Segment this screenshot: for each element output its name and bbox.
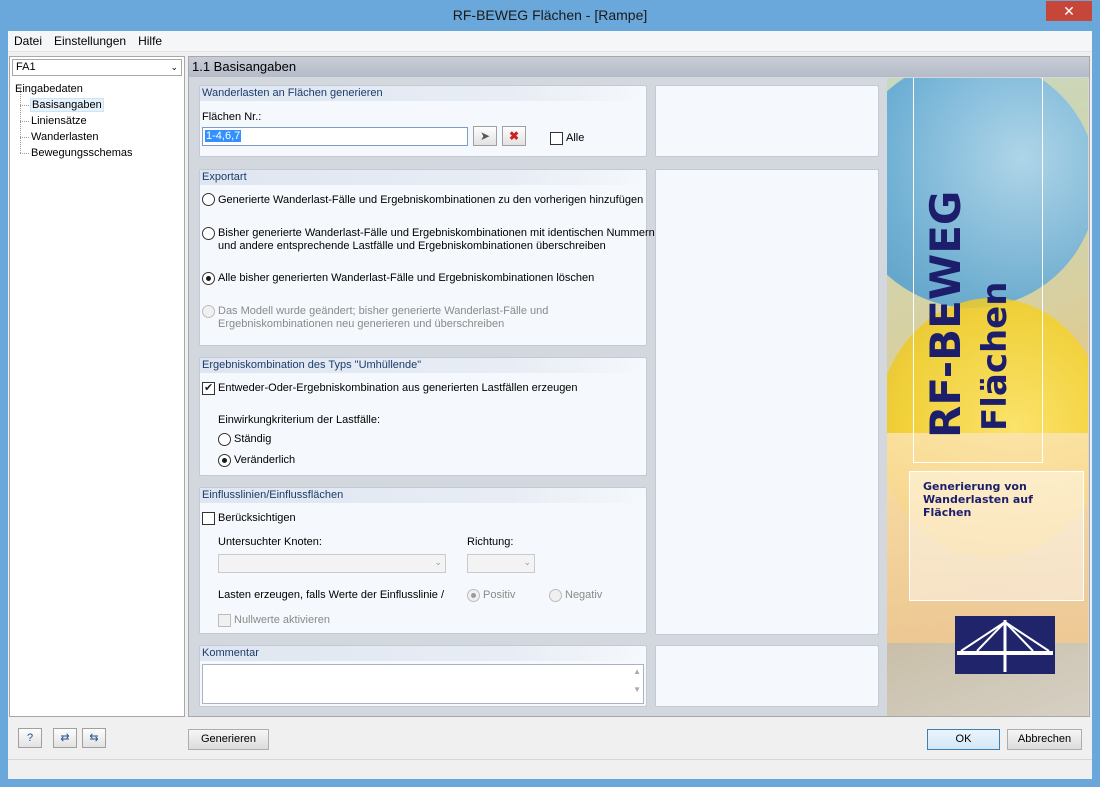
- group-title: Wanderlasten an Flächen generieren: [200, 86, 646, 101]
- tree-item-bewegungsschemas[interactable]: Bewegungsschemas: [15, 137, 133, 161]
- group-title: Einflusslinien/Einflussflächen: [200, 488, 646, 503]
- title-bar[interactable]: RF-BEWEG Flächen - [Rampe] ✕: [0, 0, 1100, 32]
- standig-label: Ständig: [234, 433, 272, 445]
- tree-item-basisangaben[interactable]: Basisangaben: [15, 89, 133, 113]
- bridge-logo-icon: [955, 616, 1055, 674]
- richtung-label: Richtung:: [467, 536, 514, 548]
- export-icon: ⇆: [89, 732, 99, 744]
- menu-bar: Datei Einstellungen Hilfe: [8, 31, 1092, 52]
- lasten-label: Lasten erzeugen, falls Werte der Einflus…: [218, 589, 446, 601]
- positiv-label: Positiv: [483, 589, 516, 601]
- banner-title-sub: Flächen: [975, 281, 1015, 431]
- tree-item-liniensaetze[interactable]: Liniensätze: [15, 105, 133, 129]
- ok-button[interactable]: OK: [927, 729, 1000, 750]
- chevron-down-icon: ⌄: [434, 557, 442, 567]
- comment-textarea[interactable]: ▲ ▼: [202, 664, 644, 704]
- group-envelope: Ergebniskombination des Typs "Umhüllende…: [199, 357, 647, 476]
- negativ-radio[interactable]: [549, 589, 562, 602]
- generate-button[interactable]: Generieren: [188, 729, 269, 750]
- export-option-add-radio[interactable]: [202, 193, 215, 206]
- close-button[interactable]: ✕: [1046, 1, 1092, 21]
- case-select[interactable]: FA1 ⌄: [12, 59, 182, 76]
- group-exportart: Exportart Generierte Wanderlast-Fälle un…: [199, 169, 655, 346]
- tree-root-eingabedaten[interactable]: Eingabedaten: [15, 81, 133, 97]
- cancel-button[interactable]: Abbrechen: [1007, 729, 1082, 750]
- side-box-1: [655, 85, 879, 157]
- chevron-down-icon: ⌄: [170, 62, 178, 72]
- knoten-label: Untersuchter Knoten:: [218, 536, 322, 548]
- export-option-regenerate-radio[interactable]: [202, 305, 215, 318]
- veraenderlich-label: Veränderlich: [234, 454, 296, 466]
- envelope-check-label: Entweder-Oder-Ergebniskombination aus ge…: [218, 382, 578, 394]
- cursor-pick-icon: ➤: [479, 129, 491, 143]
- tree-item-label: Liniensätze: [31, 115, 87, 127]
- tree-item-label: Wanderlasten: [31, 131, 99, 143]
- banner-caption-line-1: Generierung von: [923, 480, 1027, 493]
- influence-checkbox[interactable]: [202, 512, 215, 525]
- export-option-add-label: Generierte Wanderlast-Fälle und Ergebnis…: [218, 194, 644, 206]
- group-comment: Kommentar ▲ ▼: [199, 645, 647, 707]
- navigator-panel: FA1 ⌄ Eingabedaten Basisangaben Liniensä…: [9, 56, 185, 717]
- influence-check-label: Berücksichtigen: [218, 512, 296, 524]
- richtung-select[interactable]: ⌄: [467, 554, 535, 573]
- veraenderlich-radio[interactable]: [218, 454, 231, 467]
- nullwerte-checkbox[interactable]: [218, 614, 231, 627]
- alle-label: Alle: [566, 132, 585, 144]
- export-button[interactable]: ⇆: [82, 728, 106, 748]
- flaechen-value: 1-4,6,7: [205, 130, 242, 142]
- export-option-overwrite-label-2: und andere entsprechende Lastfälle und E…: [218, 240, 606, 252]
- help-button[interactable]: ?: [18, 728, 42, 748]
- bottom-bar: ? ⇄ ⇆ Generieren OK Abbrechen: [8, 720, 1092, 757]
- case-select-value: FA1: [16, 61, 36, 73]
- window-title: RF-BEWEG Flächen - [Rampe]: [452, 7, 648, 23]
- tree-item-label: Bewegungsschemas: [31, 147, 133, 159]
- alle-checkbox[interactable]: [550, 132, 563, 145]
- standig-radio[interactable]: [218, 433, 231, 446]
- group-influence: Einflusslinien/Einflussflächen Berücksic…: [199, 487, 647, 634]
- clear-button[interactable]: ✖: [502, 126, 526, 146]
- flaechen-label: Flächen Nr.:: [202, 111, 262, 123]
- group-title: Ergebniskombination des Typs "Umhüllende…: [200, 358, 646, 373]
- export-option-overwrite-radio[interactable]: [202, 227, 215, 240]
- tree-item-wanderlasten[interactable]: Wanderlasten: [15, 121, 133, 145]
- flaechen-input[interactable]: 1-4,6,7: [202, 127, 468, 146]
- banner-caption-line-2: Wanderlasten auf Flächen: [923, 493, 1033, 519]
- group-title: Exportart: [200, 170, 646, 185]
- menu-einstellungen[interactable]: Einstellungen: [48, 31, 132, 48]
- client-area: Datei Einstellungen Hilfe FA1 ⌄ Eingabedat…: [8, 31, 1092, 779]
- status-bar: [8, 759, 1092, 779]
- export-option-overwrite-label-1: Bisher generierte Wanderlast-Fälle und E…: [218, 227, 655, 239]
- module-banner: RF-BEWEG Flächen Generierung von Wanderl…: [887, 78, 1088, 716]
- group-generate: Wanderlasten an Flächen generieren Fläch…: [199, 85, 647, 157]
- export-option-regenerate-label-1: Das Modell wurde geändert; bisher generi…: [218, 305, 549, 317]
- negativ-label: Negativ: [565, 589, 603, 601]
- navigator-tree: Eingabedaten Basisangaben Liniensätze Wa…: [15, 81, 133, 161]
- menu-datei[interactable]: Datei: [8, 31, 48, 48]
- main-panel: 1.1 Basisangaben Wanderlasten an Flächen…: [188, 56, 1090, 717]
- nullwerte-label: Nullwerte aktivieren: [234, 614, 330, 626]
- banner-caption: Generierung von Wanderlasten auf Flächen: [923, 480, 1083, 519]
- criterion-label: Einwirkungkriterium der Lastfälle:: [218, 414, 381, 426]
- page-title: 1.1 Basisangaben: [189, 57, 1089, 77]
- positiv-radio[interactable]: [467, 589, 480, 602]
- app-window: RF-BEWEG Flächen - [Rampe] ✕ Datei Einste…: [0, 0, 1100, 787]
- delete-x-icon: ✖: [508, 129, 520, 143]
- banner-title-main: RF-BEWEG: [921, 190, 970, 438]
- help-icon: ?: [26, 732, 34, 744]
- knoten-select[interactable]: ⌄: [218, 554, 446, 573]
- export-option-delete-label: Alle bisher generierten Wanderlast-Fälle…: [218, 272, 595, 284]
- import-icon: ⇄: [60, 732, 70, 744]
- chevron-down-icon: ⌄: [523, 557, 531, 567]
- scroll-arrows-icon[interactable]: ▲ ▼: [633, 667, 641, 694]
- export-option-delete-radio[interactable]: [202, 272, 215, 285]
- import-button[interactable]: ⇄: [53, 728, 77, 748]
- envelope-checkbox[interactable]: [202, 381, 215, 395]
- side-box-2: [655, 169, 879, 635]
- pick-button[interactable]: ➤: [473, 126, 497, 146]
- menu-hilfe[interactable]: Hilfe: [132, 31, 168, 48]
- export-option-regenerate-label-2: Ergebniskombinationen neu generieren und…: [218, 318, 505, 330]
- tree-item-label: Basisangaben: [30, 98, 104, 112]
- side-box-3: [655, 645, 879, 707]
- group-title: Kommentar: [200, 646, 646, 661]
